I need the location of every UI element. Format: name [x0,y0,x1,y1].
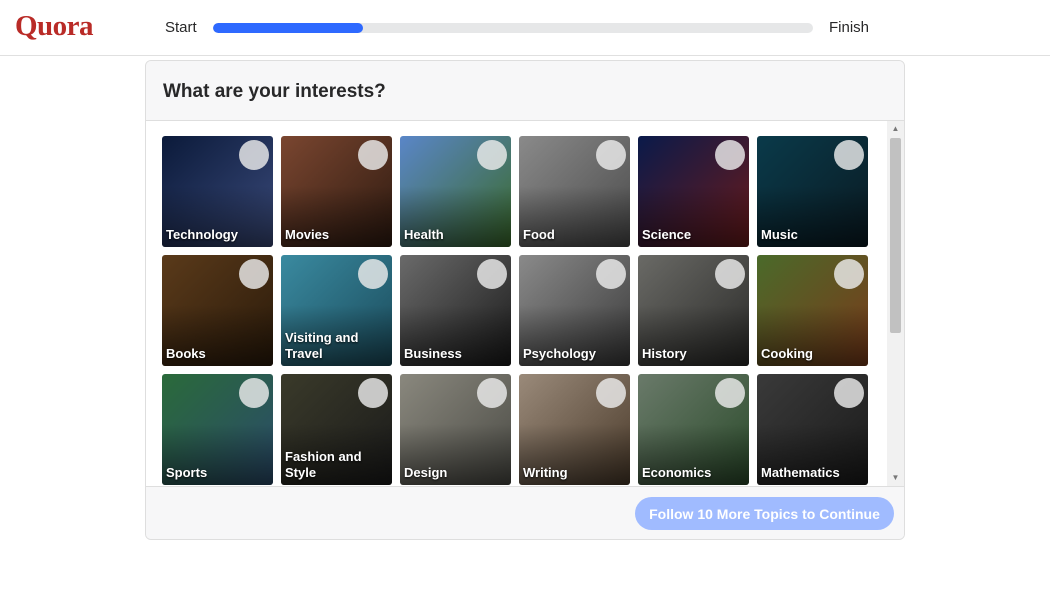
progress-bar-fill [213,23,363,33]
topic-label: Cooking [761,346,813,361]
select-circle-icon[interactable] [596,140,626,170]
select-circle-icon[interactable] [477,378,507,408]
modal-title: What are your interests? [163,81,386,102]
select-circle-icon[interactable] [596,259,626,289]
scrollbar-thumb[interactable] [890,138,901,333]
topic-tile[interactable]: Economics [638,374,749,485]
topic-label: Psychology [523,346,596,361]
select-circle-icon[interactable] [596,378,626,408]
topic-label: History [642,346,687,361]
topic-tile[interactable]: Sports [162,374,273,485]
topic-label: Economics [642,465,712,480]
topic-label: Science [642,227,692,242]
select-circle-icon[interactable] [834,259,864,289]
select-circle-icon[interactable] [358,259,388,289]
topic-tile[interactable]: Science [638,136,749,247]
select-circle-icon[interactable] [715,140,745,170]
topics-grid-area: Technology Movies Health Food Science Music Bo… [146,121,904,486]
topic-label: Mathematics [761,465,840,480]
select-circle-icon[interactable] [834,378,864,408]
topic-tile[interactable]: Cooking [757,255,868,366]
topic-label: Health [404,227,444,242]
select-circle-icon[interactable] [239,378,269,408]
modal-header: What are your interests? [146,61,904,121]
progress-bar [213,23,813,33]
topic-label: Fashion and Style [285,449,362,480]
scroll-up-icon[interactable]: ▲ [887,122,904,136]
select-circle-icon[interactable] [477,140,507,170]
scroll-down-icon[interactable]: ▼ [887,471,904,485]
topic-label: Technology [166,227,238,242]
progress-finish-label: Finish [829,19,870,36]
topic-tile[interactable]: Health [400,136,511,247]
topic-tile[interactable]: Books [162,255,273,366]
topic-tile[interactable]: Writing [519,374,630,485]
select-circle-icon[interactable] [834,140,864,170]
select-circle-icon[interactable] [715,378,745,408]
topic-label: Food [523,227,555,242]
topic-tile[interactable]: Movies [281,136,392,247]
topic-label: Writing [523,465,568,480]
top-bar: Quora Start Finish [0,0,1050,56]
topic-tile[interactable]: Design [400,374,511,485]
topic-tile[interactable]: Fashion and Style [281,374,392,485]
continue-button[interactable]: Follow 10 More Topics to Continue [635,497,894,530]
select-circle-icon[interactable] [715,259,745,289]
topic-label: Movies [285,227,330,242]
select-circle-icon[interactable] [358,378,388,408]
topic-tile[interactable]: Visiting and Travel [281,255,392,366]
topic-tile[interactable]: Business [400,255,511,366]
topic-label: Music [761,227,798,242]
interests-modal: What are your interests? Technology Movie… [145,60,905,540]
select-circle-icon[interactable] [477,259,507,289]
topic-tile[interactable]: Mathematics [757,374,868,485]
topic-label: Visiting and Travel [285,330,359,361]
modal-footer: Follow 10 More Topics to Continue [146,486,904,539]
topic-tile[interactable]: Technology [162,136,273,247]
topic-tile[interactable]: Psychology [519,255,630,366]
topics-grid: Technology Movies Health Food Science Music Bo… [162,136,882,485]
topic-tile[interactable]: History [638,255,749,366]
topic-tile[interactable]: Food [519,136,630,247]
topic-tile[interactable]: Music [757,136,868,247]
scrollbar[interactable]: ▲ ▼ [887,121,904,486]
select-circle-icon[interactable] [239,259,269,289]
topic-label: Design [404,465,448,480]
topic-label: Business [404,346,462,361]
select-circle-icon[interactable] [358,140,388,170]
progress-start-label: Start [165,19,197,36]
select-circle-icon[interactable] [239,140,269,170]
topic-label: Books [166,346,206,361]
topic-label: Sports [166,465,208,480]
quora-logo[interactable]: Quora [15,10,94,43]
